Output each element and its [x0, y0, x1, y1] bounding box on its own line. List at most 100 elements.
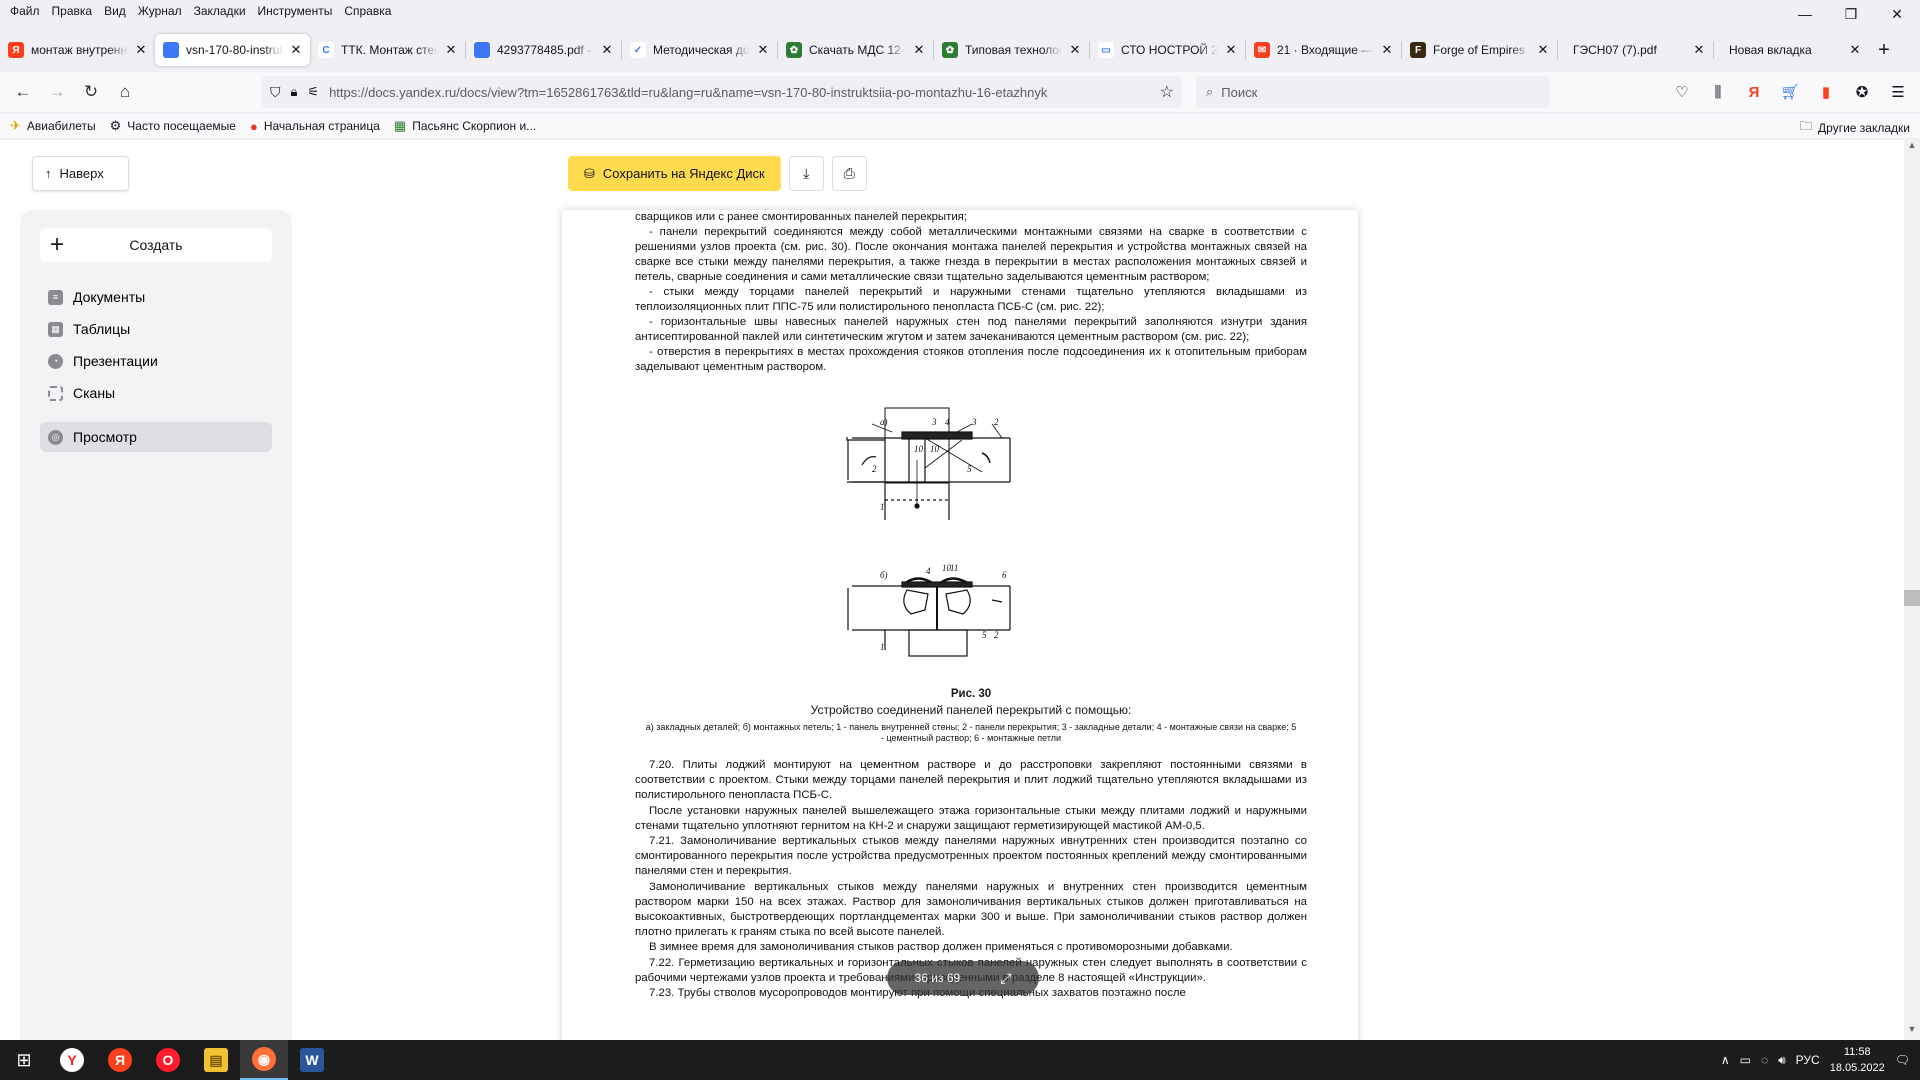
search-input[interactable]: ⌕ Поиск [1196, 76, 1550, 108]
scroll-down-icon[interactable]: ▼ [1904, 1024, 1920, 1040]
figure-label: а) [880, 417, 888, 427]
extension-icon[interactable]: ✪ [1850, 80, 1874, 104]
menu-item-3[interactable]: Журнал [132, 4, 188, 18]
bookmark-item[interactable]: ⚙ Часто посещаемые [110, 118, 236, 134]
tab-close-icon[interactable]: ✕ [1849, 42, 1861, 58]
close-icon[interactable]: ✕ [1874, 0, 1920, 28]
taskbar-app-opera[interactable]: O [144, 1040, 192, 1080]
sidebar-item-tables[interactable]: ▦ Таблицы [40, 314, 272, 344]
tab-close-icon[interactable]: ✕ [757, 42, 769, 58]
language-indicator[interactable]: РУС [1796, 1053, 1820, 1067]
taskbar-app-explorer[interactable]: ▤ [192, 1040, 240, 1080]
create-button[interactable]: + Создать [40, 228, 272, 262]
tab-close-icon[interactable]: ✕ [135, 42, 147, 58]
sidebar-item-presentations[interactable]: ◔ Презентации [40, 346, 272, 376]
tab-close-icon[interactable]: ✕ [1537, 42, 1549, 58]
tab-2[interactable]: C ТТК. Монтаж стен ✕ [310, 34, 465, 66]
save-to-disk-button[interactable]: ⛁ Сохранить на Яндекс Диск [568, 156, 781, 191]
tray-expand-icon[interactable]: ∧ [1721, 1053, 1730, 1067]
page-indicator: 36 из 69 ⤢ [887, 961, 1039, 995]
tab-close-icon[interactable]: ✕ [1381, 42, 1393, 58]
tab-close-icon[interactable]: ✕ [601, 42, 613, 58]
tab-bar: Ямонтаж внутренни ✕ vsn-170-80-instruk ✕ C ТТ… [0, 34, 1920, 66]
sidebar-item-documents[interactable]: ≡ Документы [40, 282, 272, 312]
sidebar-item-scans[interactable]: Сканы [40, 378, 272, 408]
taskbar-app-yandex[interactable]: Я [96, 1040, 144, 1080]
network-icon[interactable]: ◌ [1761, 1053, 1768, 1067]
tab-9[interactable]: F Forge of Empires ✕ [1402, 34, 1557, 66]
print-button[interactable]: ⎙ [831, 156, 867, 191]
library-icon[interactable]: ⫼ [1706, 80, 1730, 104]
tab-1[interactable]: vsn-170-80-instruk ✕ [155, 34, 310, 66]
taskbar-app-word[interactable]: W [288, 1040, 336, 1080]
clock[interactable]: 11:58 18.05.2022 [1830, 1044, 1885, 1076]
scroll-top-button[interactable]: ↑ Наверх [32, 156, 129, 191]
shield-icon[interactable]: ⛉ [270, 84, 281, 101]
sidebar-item-label: Таблицы [73, 321, 131, 337]
menu-item-2[interactable]: Вид [98, 4, 132, 18]
restore-icon[interactable]: ❐ [1828, 0, 1874, 28]
tab-close-icon[interactable]: ✕ [1693, 42, 1705, 58]
menu-item-1[interactable]: Правка [46, 4, 99, 18]
forward-icon[interactable]: → [40, 77, 74, 107]
tab-11[interactable]: Новая вкладка ✕ [1714, 34, 1869, 66]
volume-icon[interactable]: 🔊︎ [1778, 1053, 1786, 1068]
menu-item-6[interactable]: Справка [338, 4, 397, 18]
other-bookmarks[interactable]: 🗀︎ Другие закладки [1800, 117, 1910, 138]
scrollbar-thumb[interactable] [1904, 590, 1920, 606]
yandex-icon[interactable]: Я [1742, 80, 1766, 104]
bookmark-flag-icon[interactable]: ▮ [1814, 80, 1838, 104]
page-counter: 36 из 69 [914, 971, 961, 985]
bookmark-star-icon[interactable]: ☆ [1160, 82, 1182, 102]
url-text[interactable]: https://docs.yandex.ru/docs/view?tm=1652… [329, 85, 1150, 100]
tab-favicon-icon: Я [8, 42, 24, 58]
tab-close-icon[interactable]: ✕ [445, 42, 457, 58]
download-button[interactable]: ⤓ [788, 156, 824, 191]
tab-close-icon[interactable]: ✕ [1069, 42, 1081, 58]
tab-close-icon[interactable]: ✕ [290, 42, 302, 58]
menu-item-0[interactable]: Файл [4, 4, 46, 18]
scroll-up-icon[interactable]: ▲ [1904, 140, 1920, 156]
pocket-icon[interactable]: ♡ [1670, 80, 1694, 104]
bookmark-item[interactable]: ● Начальная страница [250, 119, 380, 134]
menu-item-5[interactable]: Инструменты [252, 4, 339, 18]
menu-item-4[interactable]: Закладки [188, 4, 252, 18]
tab-0[interactable]: Ямонтаж внутренни ✕ [0, 34, 155, 66]
bookmark-item[interactable]: ✈ Авиабилеты [10, 118, 96, 134]
paragraph: 7.21. Замоноличивание вертикальных стыко… [635, 835, 1307, 878]
bookmark-favicon-icon: ⚙ [109, 118, 122, 133]
minimize-icon[interactable]: — [1782, 0, 1828, 28]
tab-3[interactable]: 4293778485.pdf - Я ✕ [466, 34, 621, 66]
fullscreen-icon[interactable]: ⤢ [1000, 970, 1011, 987]
reload-icon[interactable]: ↻ [74, 77, 108, 107]
nav-toolbar-right: ♡ ⫼ Я 🛒︎ ▮ ✪ ☰ [1670, 80, 1910, 104]
sidebar-item-label: Просмотр [73, 429, 137, 445]
document-page: сварщиков или с ранее смонтированных пан… [562, 210, 1358, 1040]
back-icon[interactable]: ← [6, 77, 40, 107]
tab-close-icon[interactable]: ✕ [913, 42, 925, 58]
tab-5[interactable]: ✿ Скачать МДС 12-4 ✕ [778, 34, 933, 66]
tab-close-icon[interactable]: ✕ [1225, 42, 1237, 58]
menu-icon[interactable]: ☰ [1886, 80, 1910, 104]
tab-10[interactable]: ГЭСН07 (7).pdf ✕ [1558, 34, 1713, 66]
permissions-icon[interactable]: ⚟ [307, 84, 319, 100]
meet-icon[interactable]: ▭ [1740, 1053, 1751, 1067]
figure-label: 4 [945, 417, 950, 427]
taskbar-app-firefox[interactable]: ◉ [240, 1040, 288, 1080]
tab-8[interactable]: ✉ 21 · Входящие — Я ✕ [1246, 34, 1401, 66]
sidebar-item-view[interactable]: ◎ Просмотр [40, 422, 272, 452]
bookmark-item[interactable]: ▦ Пасьянс Скорпион и... [394, 118, 536, 134]
tab-6[interactable]: ✿ Типовая технолог ✕ [934, 34, 1089, 66]
tab-7[interactable]: ▭ СТО НОСТРОЙ 2. ✕ [1090, 34, 1245, 66]
home-icon[interactable]: ⌂ [108, 77, 142, 107]
scrollbar[interactable]: ▲ ▼ [1904, 140, 1920, 1040]
market-cart-icon[interactable]: 🛒︎ [1778, 80, 1802, 104]
lock-icon[interactable]: 🔒︎ [291, 84, 298, 100]
notifications-icon[interactable]: 🗨︎ [1895, 1053, 1910, 1067]
url-bar[interactable]: ⛉ 🔒︎ ⚟ https://docs.yandex.ru/docs/view?… [262, 76, 1182, 108]
tab-4[interactable]: ✓ Методическая док ✕ [622, 34, 777, 66]
taskbar-app-yandex-browser[interactable]: Y [48, 1040, 96, 1080]
new-tab-icon[interactable]: + [1869, 39, 1899, 62]
start-button[interactable]: ⊞ [0, 1040, 48, 1080]
yandex-icon: Я [108, 1048, 132, 1072]
